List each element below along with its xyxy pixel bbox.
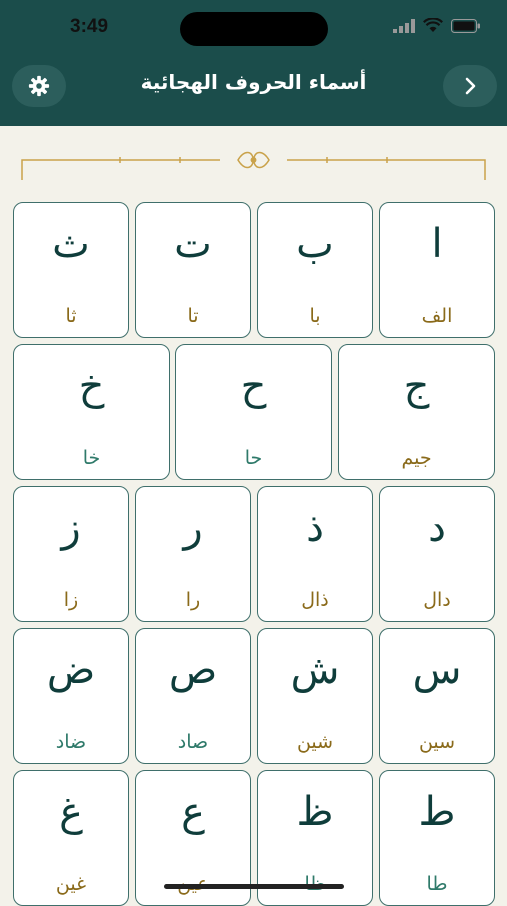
home-indicator [164,884,344,889]
letter-card[interactable]: ا الف [379,202,495,338]
letter-glyph: غ [59,789,83,835]
letter-card[interactable]: ذ ذال [257,486,373,622]
letter-card[interactable]: ج جيم [338,344,495,480]
letter-card[interactable]: ط طا [379,770,495,906]
letter-glyph: ع [181,789,205,835]
letter-name: زا [63,589,79,611]
letter-glyph: ر [183,505,203,551]
letter-card[interactable]: ب با [257,202,373,338]
letter-name: ذال [301,589,329,611]
letter-glyph: ش [290,647,340,693]
letter-card[interactable]: ز زا [13,486,129,622]
letter-card[interactable]: د دال [379,486,495,622]
letter-glyph: ز [61,505,81,551]
letter-card[interactable]: ش شين [257,628,373,764]
letter-card[interactable]: ت تا [135,202,251,338]
letter-glyph: ب [296,221,334,267]
letter-glyph: خ [78,363,105,409]
letters-grid: ا الف ب با ت تا ث ثا ج جيم ح حا خ خا د دال ذ ذال ر را ز زا س سي… [0,0,507,906]
letter-glyph: ث [52,221,90,267]
letter-card[interactable]: ح حا [175,344,332,480]
letter-glyph: ذ [306,505,324,551]
letter-card[interactable]: ص صاد [135,628,251,764]
letter-name: ثا [65,305,77,327]
letter-name: خا [82,447,101,469]
letter-glyph: ت [174,221,212,267]
letter-glyph: ج [403,363,430,409]
letter-card[interactable]: خ خا [13,344,170,480]
letter-name: سين [418,731,456,753]
letter-name: را [185,589,201,611]
letter-name: دال [423,589,451,611]
letter-name: تا [187,305,199,327]
letter-name: شين [296,731,334,753]
letter-name: حا [244,447,263,469]
letter-name: الف [421,305,453,327]
letter-glyph: س [412,647,462,693]
letter-glyph: ظ [296,789,334,835]
letter-name: طا [426,873,448,895]
letter-card[interactable]: ر را [135,486,251,622]
letter-glyph: ط [418,789,456,835]
letter-glyph: ا [431,221,443,267]
letter-name: صاد [177,731,209,753]
letter-card[interactable]: ث ثا [13,202,129,338]
letter-glyph: ض [46,647,96,693]
letter-card[interactable]: ض ضاد [13,628,129,764]
letter-card[interactable]: غ غين [13,770,129,906]
letter-name: غين [55,873,87,895]
letter-glyph: ص [168,647,218,693]
letter-name: با [309,305,321,327]
letter-name: جيم [401,447,432,469]
letter-name: ضاد [55,731,87,753]
letter-glyph: ح [240,363,267,409]
letter-card[interactable]: س سين [379,628,495,764]
letter-glyph: د [428,505,446,551]
